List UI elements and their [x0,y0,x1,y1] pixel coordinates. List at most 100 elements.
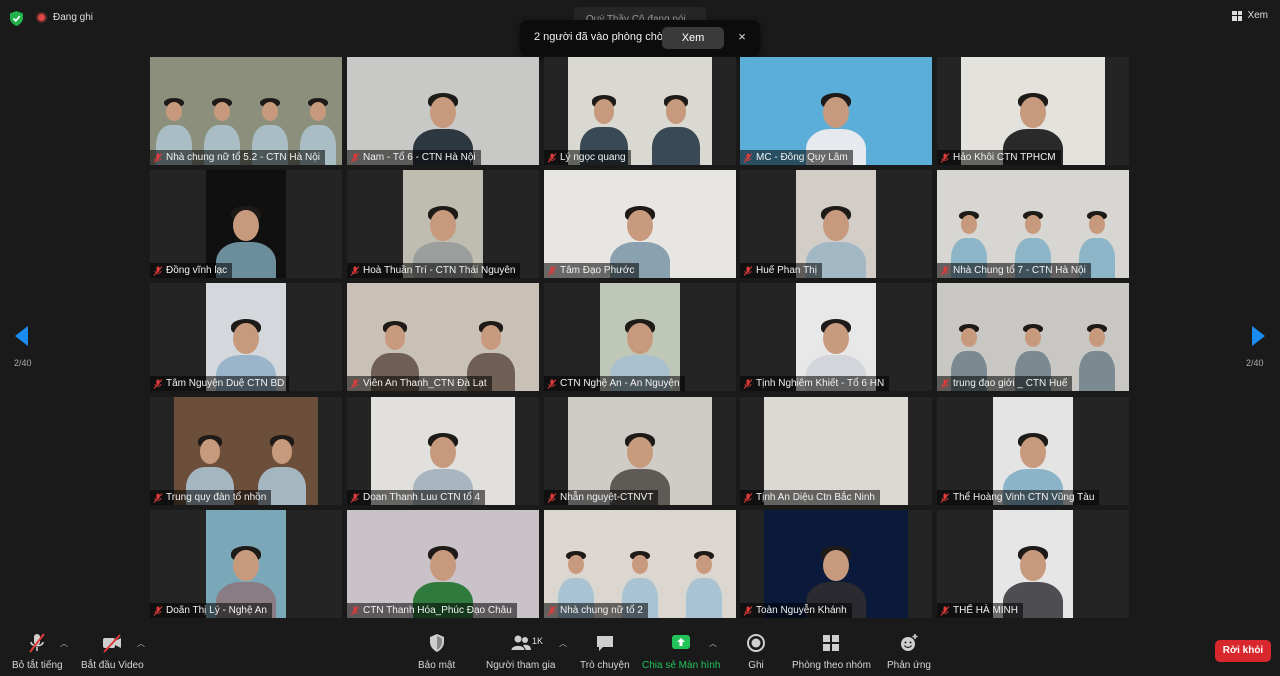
participant-name-bar: CTN Thanh Hóa_Phúc Đạo Châu [347,603,517,618]
participant-tile[interactable]: Doãn Thị Lý - Nghệ An [150,510,342,618]
participant-figure [610,397,670,505]
participant-name-bar: Trung quy đàn tổ nhồn [150,490,272,505]
previous-page-arrow-icon[interactable] [15,326,28,346]
participant-tile[interactable]: Viên An Thanh_CTN Đà Lạt [347,283,539,391]
participant-figure [413,510,473,618]
participant-figure [216,170,276,278]
participant-tile[interactable]: Đồng vĩnh lạc [150,170,342,278]
participant-figure [806,170,866,278]
participant-name: Lý ngọc quang [560,152,626,163]
participant-tile[interactable]: CTN Nghệ An - An Nguyện [544,283,736,391]
participant-name: Tâm Đạo Phước [560,265,635,276]
participant-tile[interactable]: Tâm Nguyện Duệ CTN BD [150,283,342,391]
participant-tile[interactable]: trung đạo giới _ CTN Huế [937,283,1129,391]
participant-tile[interactable]: Nam - Tổ 6 - CTN Hà Nội [347,57,539,165]
waiting-room-view-button[interactable]: Xem [662,27,724,49]
muted-mic-icon [29,633,46,653]
view-button[interactable]: Xem [1232,10,1268,21]
start-video-label: Bắt đầu Video [81,660,144,671]
participant-tile[interactable]: Hoà Thuần Trí - CTN Thái Nguyên [347,170,539,278]
share-screen-icon [672,635,691,649]
participant-figure [156,57,192,165]
page-indicator-left: 2/40 [14,358,32,368]
participant-tile[interactable]: THỂ HÀ MINH [937,510,1129,618]
participant-tile[interactable]: Lý ngọc quang [544,57,736,165]
participant-name: Nhà Chung tổ 7 - CTN Hà Nội [953,265,1086,276]
unmute-label: Bỏ tắt tiếng [12,660,63,671]
participant-name: Tịnh Nghiêm Khiết - Tổ 6 HN [756,378,885,389]
participant-name-bar: Tịnh An Diệu Ctn Bắc Ninh [740,490,880,505]
unmute-button[interactable]: Bỏ tắt tiếng [12,632,63,671]
participant-tile[interactable]: Nhẫn nguyệt-CTNVT [544,397,736,505]
participant-name-bar: Tịnh Nghiêm Khiết - Tổ 6 HN [740,376,890,391]
participant-name-bar: Toàn Nguyễn Khánh [740,603,852,618]
breakout-rooms-button[interactable]: Phòng theo nhóm [792,632,871,671]
participant-tile[interactable]: Nhà chung nữ tổ 2 [544,510,736,618]
participant-name: Huế Phan Thị [756,265,817,276]
muted-mic-icon [547,492,557,503]
start-video-button[interactable]: Bắt đầu Video [81,632,144,671]
record-icon [747,634,765,652]
participant-figure [951,170,987,278]
share-screen-label: Chia sẻ Màn hình [642,660,721,671]
participant-video [937,170,1129,278]
participant-tile[interactable]: CTN Thanh Hóa_Phúc Đạo Châu [347,510,539,618]
muted-mic-icon [743,378,753,389]
record-dot-icon [36,12,47,23]
reactions-button[interactable]: Phản ứng [887,632,931,671]
chat-bubble-icon [596,636,613,651]
record-button[interactable]: Ghi [745,632,767,671]
security-button[interactable]: Bảo mật [418,632,455,671]
participant-name: Nhà chung nữ tổ 2 [560,605,643,616]
participant-tile[interactable]: Trung quy đàn tổ nhồn [150,397,342,505]
participant-name-bar: Nam - Tổ 6 - CTN Hà Nội [347,150,481,165]
muted-mic-icon [153,605,163,616]
participant-video [371,397,515,505]
muted-mic-icon [350,265,360,276]
participant-tile[interactable]: Nhà chung nữ tổ 5.2 - CTN Hà Nội [150,57,342,165]
participants-button[interactable]: Người tham gia [486,632,555,671]
participant-tile[interactable]: Tịnh Nghiêm Khiết - Tổ 6 HN [740,283,932,391]
participant-tile[interactable]: Doan Thanh Luu CTN tổ 4 [347,397,539,505]
participant-tile[interactable]: Toàn Nguyễn Khánh [740,510,932,618]
meeting-toolbar: Bỏ tắt tiếng ︿ Bắt đầu Video ︿ Bảo mật N… [0,626,1280,676]
participant-figure [467,283,515,391]
participants-icon [511,635,531,650]
participant-tile[interactable]: Hảo Khôi CTN TPHCM [937,57,1129,165]
participant-video [937,283,1129,391]
share-options-chevron-icon[interactable]: ︿ [709,638,717,649]
participant-tile[interactable]: Thể Hoàng Vinh CTN Vũng Tàu [937,397,1129,505]
participant-figure [610,170,670,278]
participant-figure [1003,57,1063,165]
participant-name-bar: Tâm Nguyện Duệ CTN BD [150,376,290,391]
participant-tile[interactable]: Huế Phan Thị [740,170,932,278]
participant-tile[interactable]: Tâm Đạo Phước [544,170,736,278]
record-label: Ghi [748,660,764,671]
participant-name-bar: Thể Hoàng Vinh CTN Vũng Tàu [937,490,1100,505]
participant-name-bar: Huế Phan Thị [740,263,822,278]
next-page-arrow-icon[interactable] [1252,326,1265,346]
recording-indicator[interactable]: Đang ghi [36,12,93,23]
close-icon[interactable]: × [734,29,750,45]
shield-check-icon[interactable] [10,11,23,26]
chat-button[interactable]: Trò chuyện [580,632,630,671]
participant-name: CTN Thanh Hóa_Phúc Đạo Châu [363,605,512,616]
participants-count-badge: 1K [532,636,544,646]
participant-tile[interactable]: MC - Đông Quy Lâm [740,57,932,165]
leave-meeting-button[interactable]: Rời khỏi [1215,640,1271,662]
participant-tile[interactable]: Tịnh An Diệu Ctn Bắc Ninh [740,397,932,505]
participant-video [206,510,286,618]
reactions-label: Phản ứng [887,660,931,671]
muted-mic-icon [940,265,950,276]
participant-video [961,57,1105,165]
video-options-chevron-icon[interactable]: ︿ [137,638,145,649]
participant-name: Nhẫn nguyệt-CTNVT [560,492,654,503]
participant-figure [258,397,306,505]
participant-video [740,57,932,165]
participant-name-bar: Doan Thanh Luu CTN tổ 4 [347,490,486,505]
view-label: Xem [1247,10,1268,21]
participants-options-chevron-icon[interactable]: ︿ [559,638,567,649]
participant-tile[interactable]: Nhà Chung tổ 7 - CTN Hà Nội [937,170,1129,278]
audio-options-chevron-icon[interactable]: ︿ [60,638,68,649]
muted-mic-icon [940,152,950,163]
